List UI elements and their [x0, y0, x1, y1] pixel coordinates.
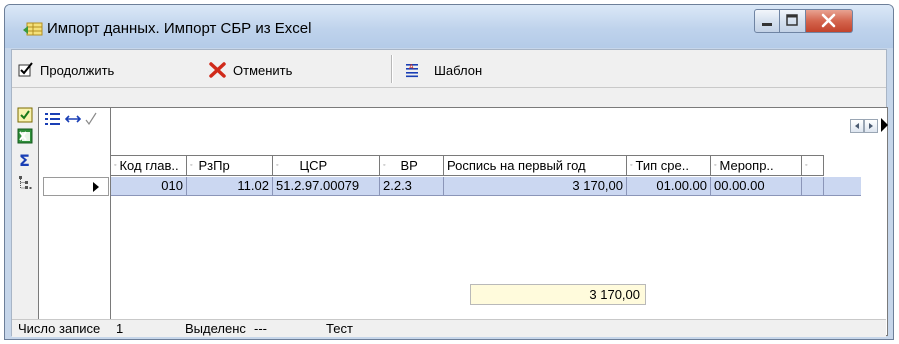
- minimize-icon: [762, 23, 772, 26]
- svg-text:A: A: [409, 64, 414, 71]
- column-header-tip[interactable]: ◦ Тип сре..: [627, 155, 711, 176]
- cell-extra[interactable]: [802, 177, 824, 196]
- tree-icon[interactable]: [17, 175, 33, 191]
- indicator-column-divider: [110, 108, 111, 335]
- test-label: Тест: [326, 321, 353, 336]
- list-settings-icon[interactable]: [45, 112, 61, 126]
- title-bar[interactable]: Импорт данных. Импорт СБР из Excel: [5, 5, 893, 48]
- data-grid: ◦ Код глав.. ◦ РзПр ◦ ЦСР ◦ ВР Роспись на пе…: [38, 107, 888, 336]
- window-title: Импорт данных. Импорт СБР из Excel: [47, 20, 312, 37]
- cell-meropr[interactable]: 00.00.00: [711, 177, 802, 196]
- maximize-button[interactable]: [780, 9, 806, 33]
- client-area: Продолжить Отменить A Шаблон Σ ◦ Код гла…: [11, 49, 888, 337]
- cancel-label: Отменить: [233, 62, 293, 78]
- expand-right-icon[interactable]: [881, 118, 888, 132]
- table-import-icon: [23, 22, 43, 36]
- toolbar: Продолжить Отменить A Шаблон: [12, 50, 886, 88]
- grid-top-area: [39, 108, 887, 154]
- cell-tip[interactable]: 01.00.00: [627, 177, 711, 196]
- column-header-csr[interactable]: ◦ ЦСР: [273, 155, 380, 176]
- total-rospis: 3 170,00: [470, 284, 646, 305]
- continue-button[interactable]: Продолжить: [18, 60, 114, 80]
- scroll-left-icon[interactable]: [850, 119, 864, 133]
- scroll-right-icon[interactable]: [864, 119, 878, 133]
- records-count-value: 1: [116, 321, 124, 336]
- side-toolbar: Σ: [12, 89, 36, 319]
- cell-vr[interactable]: 2.2.3: [380, 177, 444, 196]
- column-header-rospis[interactable]: Роспись на первый год: [444, 155, 627, 176]
- column-header-rzpr[interactable]: ◦ РзПр: [187, 155, 273, 176]
- sum-icon[interactable]: Σ: [17, 152, 33, 168]
- current-row-arrow-icon: [93, 182, 99, 192]
- template-icon: A: [406, 64, 418, 78]
- row-indicator[interactable]: [43, 177, 109, 196]
- cell-kod[interactable]: 010: [111, 177, 187, 196]
- column-header-meropr[interactable]: ◦ Меропр..: [711, 155, 802, 176]
- selected-label: Выделенс: [185, 321, 246, 336]
- close-button[interactable]: [806, 9, 853, 33]
- maximize-icon: [786, 14, 798, 26]
- grid-tools: [45, 112, 97, 126]
- status-bar: Число записе 1 Выделенс --- Тест: [12, 319, 886, 337]
- cell-csr[interactable]: 51.2.97.00079: [273, 177, 380, 196]
- cancel-button[interactable]: Отменить: [209, 60, 292, 80]
- cell-rospis[interactable]: 3 170,00: [444, 177, 627, 196]
- excel-icon[interactable]: [17, 128, 33, 144]
- minimize-button[interactable]: [754, 9, 780, 33]
- checkbox-check-icon: [18, 62, 33, 77]
- template-button[interactable]: A Шаблон: [404, 60, 482, 80]
- cell-rzpr[interactable]: 11.02: [187, 177, 273, 196]
- column-header-vr[interactable]: ◦ ВР: [380, 155, 444, 176]
- selected-value: ---: [254, 321, 267, 336]
- checkmark-icon[interactable]: [85, 112, 97, 126]
- column-header-kod[interactable]: ◦ Код глав..: [111, 155, 187, 176]
- check-all-icon[interactable]: [17, 107, 33, 123]
- template-label: Шаблон: [434, 62, 483, 78]
- column-header-extra[interactable]: ◦: [802, 155, 824, 176]
- close-icon: [821, 13, 836, 28]
- import-window: Импорт данных. Импорт СБР из Excel Продо…: [4, 4, 894, 340]
- table-row[interactable]: 010 11.02 51.2.97.00079 2.2.3 3 170,00 0…: [111, 177, 861, 196]
- column-scroll[interactable]: [850, 119, 878, 133]
- svg-text:Σ: Σ: [19, 152, 30, 168]
- continue-label: Продолжить: [40, 62, 115, 78]
- cancel-x-icon: [209, 62, 226, 78]
- toolbar-separator: [391, 55, 393, 83]
- records-count-label: Число записе: [18, 321, 101, 336]
- resize-columns-icon[interactable]: [65, 113, 81, 125]
